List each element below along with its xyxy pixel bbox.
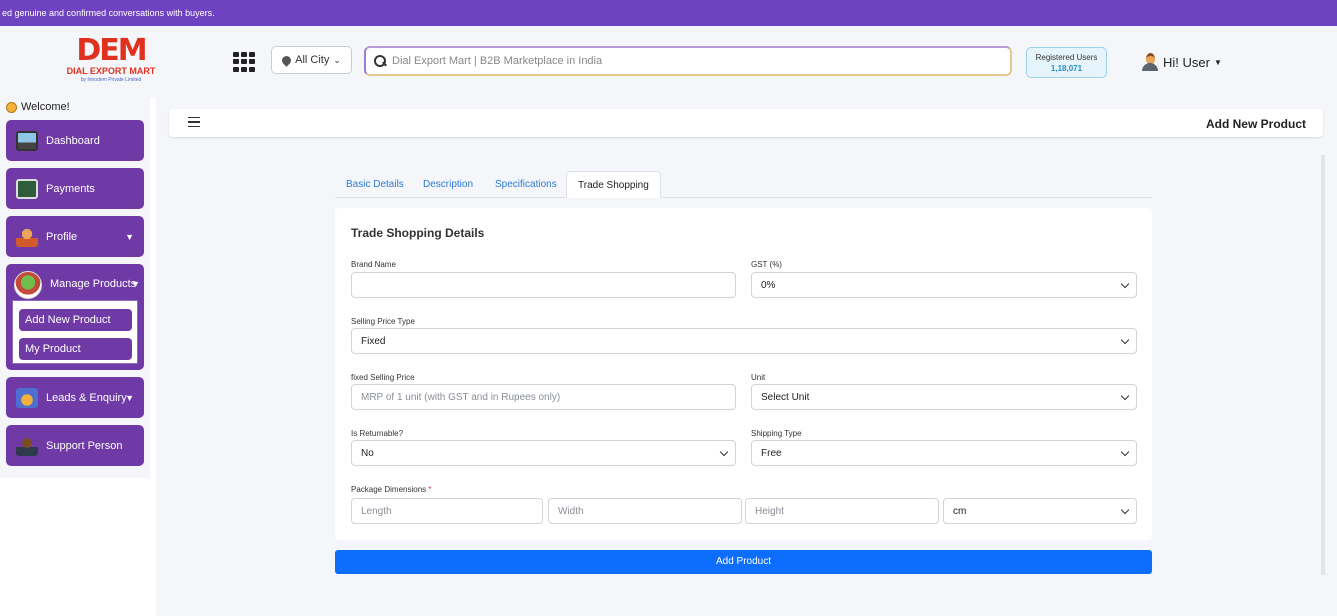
unit-select[interactable]: Select Unit bbox=[751, 384, 1137, 410]
shipping-type-value: Free bbox=[761, 447, 782, 459]
sidebar-item-label: Manage Products bbox=[50, 278, 137, 290]
sidebar-item-label: Profile bbox=[46, 230, 78, 243]
fixed-selling-price-label: fixed Selling Price bbox=[351, 373, 415, 382]
tab-description[interactable]: Description bbox=[412, 171, 484, 198]
tab-basic-details[interactable]: Basic Details bbox=[335, 171, 415, 198]
width-input[interactable]: Width bbox=[548, 498, 742, 524]
selling-price-type-label: Selling Price Type bbox=[351, 317, 415, 326]
apps-grid-icon[interactable] bbox=[233, 52, 255, 72]
logo-mark: DEM bbox=[76, 33, 147, 68]
required-mark: * bbox=[428, 485, 432, 494]
sidebar-item-label: Payments bbox=[46, 182, 95, 195]
chevron-down-icon: ⌄ bbox=[333, 54, 341, 65]
product-tabs: Basic Details Description Specifications… bbox=[335, 171, 1152, 198]
sidebar-item-leads-enquiry[interactable]: Leads & Enquiry ▼ bbox=[6, 377, 144, 418]
user-avatar-icon bbox=[1141, 53, 1159, 71]
sidebar-item-payments[interactable]: Payments bbox=[6, 168, 144, 209]
logo-subtitle: by Innodem Private Limited bbox=[80, 77, 142, 83]
add-product-button[interactable]: Add Product bbox=[335, 550, 1152, 574]
caret-down-icon: ▼ bbox=[1213, 57, 1222, 67]
logo-name: DIAL EXPORT MART bbox=[66, 66, 156, 76]
brand-name-input[interactable] bbox=[351, 272, 736, 298]
scrollbar[interactable] bbox=[1321, 155, 1325, 575]
sidebar-item-label: Leads & Enquiry bbox=[46, 391, 127, 404]
sidebar-item-support-person[interactable]: Support Person bbox=[6, 425, 144, 466]
city-selector[interactable]: All City ⌄ bbox=[271, 46, 352, 74]
fixed-selling-price-input[interactable]: MRP of 1 unit (with GST and in Rupees on… bbox=[351, 384, 736, 410]
sidebar-item-profile[interactable]: Profile ▼ bbox=[6, 216, 144, 257]
dimension-unit-select[interactable]: cm bbox=[943, 498, 1137, 524]
gst-value: 0% bbox=[761, 279, 776, 291]
selling-price-type-select[interactable]: Fixed bbox=[351, 328, 1137, 354]
registered-users-label: Registered Users bbox=[1035, 53, 1098, 62]
section-title: Trade Shopping Details bbox=[351, 226, 485, 240]
tab-trade-shopping[interactable]: Trade Shopping bbox=[566, 171, 661, 198]
selling-price-type-value: Fixed bbox=[361, 335, 386, 347]
gst-select[interactable]: 0% bbox=[751, 272, 1137, 298]
chevron-down-icon bbox=[1120, 447, 1130, 457]
package-dimensions-text: Package Dimensions bbox=[351, 485, 427, 494]
submenu-my-product[interactable]: My Product bbox=[19, 338, 132, 360]
user-greeting: Hi! User bbox=[1163, 54, 1210, 70]
caret-down-icon: ▼ bbox=[125, 392, 134, 403]
height-input[interactable]: Height bbox=[745, 498, 939, 524]
trade-shopping-card: Trade Shopping Details Brand Name GST (%… bbox=[335, 208, 1152, 540]
is-returnable-value: No bbox=[361, 447, 374, 459]
payment-icon bbox=[16, 178, 38, 199]
hamburger-menu-icon[interactable] bbox=[188, 117, 200, 127]
registered-users-count: 1,18,071 bbox=[1050, 64, 1083, 73]
registered-users-badge: Registered Users 1,18,071 bbox=[1026, 47, 1107, 78]
welcome-message: Welcome! bbox=[6, 101, 70, 113]
chevron-down-icon bbox=[1120, 505, 1130, 515]
caret-down-icon: ▼ bbox=[131, 279, 140, 289]
search-input[interactable] bbox=[392, 55, 992, 67]
gst-label: GST (%) bbox=[751, 260, 782, 269]
chevron-down-icon bbox=[1120, 391, 1130, 401]
magnet-icon bbox=[16, 387, 38, 408]
manage-products-submenu: Add New Product My Product bbox=[12, 300, 138, 364]
page-title: Add New Product bbox=[1205, 117, 1306, 131]
tab-specifications[interactable]: Specifications bbox=[484, 171, 568, 198]
sidebar-item-dashboard[interactable]: Dashboard bbox=[6, 120, 144, 161]
caret-down-icon: ▼ bbox=[125, 231, 134, 242]
monitor-icon bbox=[16, 130, 38, 151]
is-returnable-select[interactable]: No bbox=[351, 440, 736, 466]
brand-name-label: Brand Name bbox=[351, 260, 396, 269]
welcome-text: Welcome! bbox=[21, 101, 70, 113]
announcement-marquee: ed genuine and confirmed conversations w… bbox=[0, 0, 1337, 26]
user-icon bbox=[16, 226, 38, 247]
shipping-type-select[interactable]: Free bbox=[751, 440, 1137, 466]
length-input[interactable]: Length bbox=[351, 498, 543, 524]
submenu-add-new-product[interactable]: Add New Product bbox=[19, 309, 132, 331]
chevron-down-icon bbox=[1120, 335, 1130, 345]
sidebar-item-label: Support Person bbox=[46, 439, 123, 452]
smiley-icon bbox=[6, 101, 17, 113]
search-icon bbox=[374, 55, 386, 67]
chevron-down-icon bbox=[719, 447, 729, 457]
sidebar-item-label: Dashboard bbox=[46, 134, 100, 147]
top-header: DEM DIAL EXPORT MART by Innodem Private … bbox=[0, 26, 1337, 98]
shipping-type-label: Shipping Type bbox=[751, 429, 802, 438]
chevron-down-icon bbox=[1120, 279, 1130, 289]
unit-label: Unit bbox=[751, 373, 766, 382]
products-icon bbox=[14, 271, 42, 299]
location-pin-icon bbox=[280, 53, 293, 67]
city-label: All City bbox=[295, 54, 330, 66]
unit-value: Select Unit bbox=[761, 391, 810, 403]
package-dimensions-label: Package Dimensions * bbox=[351, 485, 432, 494]
user-menu[interactable]: Hi! User ▼ bbox=[1141, 51, 1222, 73]
dimension-unit-value: cm bbox=[953, 505, 967, 517]
search-bar[interactable] bbox=[364, 46, 1012, 76]
support-icon bbox=[16, 435, 38, 456]
is-returnable-label: Is Returnable? bbox=[351, 429, 404, 438]
site-logo[interactable]: DEM DIAL EXPORT MART by Innodem Private … bbox=[60, 36, 162, 88]
content-header: Add New Product bbox=[169, 109, 1323, 137]
